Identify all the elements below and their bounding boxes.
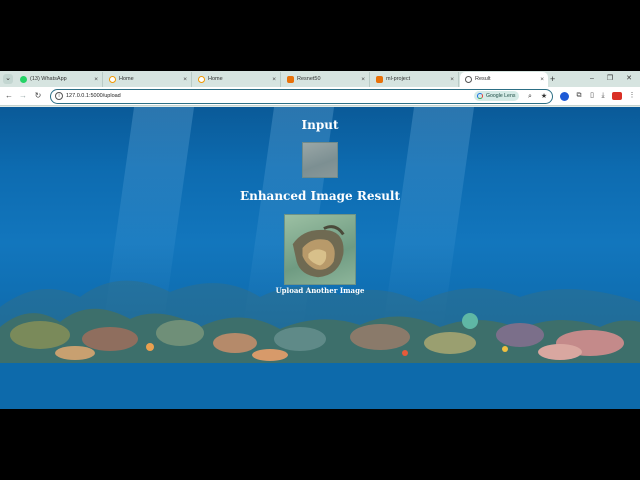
back-arrow-icon[interactable]: ← xyxy=(3,90,15,102)
tab-title: Resnet50 xyxy=(297,76,321,82)
extensions-puzzle-icon[interactable]: ⧉ xyxy=(573,90,585,102)
enhanced-result-image xyxy=(284,214,356,285)
close-icon[interactable]: × xyxy=(540,72,544,87)
whatsapp-icon xyxy=(20,76,27,83)
google-lens-label: Google Lens xyxy=(486,93,516,99)
tab-resnet50[interactable]: Resnet50 × xyxy=(282,72,370,87)
upload-another-image-link[interactable]: Upload Another Image xyxy=(0,286,640,295)
maximize-icon[interactable]: ❐ xyxy=(600,71,620,87)
forward-arrow-icon[interactable]: → xyxy=(17,90,29,102)
close-icon[interactable]: × xyxy=(450,72,454,87)
tab-title: Home xyxy=(119,76,134,82)
tab-search-icon[interactable]: ⌄ xyxy=(3,74,13,84)
shell-image xyxy=(292,225,345,278)
result-heading: Enhanced Image Result xyxy=(239,189,401,203)
tab-home-1[interactable]: Home × xyxy=(104,72,192,87)
tab-home-2[interactable]: Home × xyxy=(193,72,281,87)
google-lens-icon xyxy=(477,93,483,99)
tab-result[interactable]: Result × xyxy=(460,72,548,87)
tab-ml-project[interactable]: ml-project × xyxy=(371,72,459,87)
browser-toolbar: ← → ↻ i 127.0.0.1:5000/upload Google Len… xyxy=(0,87,640,106)
menu-kebab-icon[interactable]: ⋮ xyxy=(626,90,638,102)
page-icon xyxy=(287,76,294,83)
tab-title: (13) WhatsApp xyxy=(30,76,67,82)
close-icon[interactable]: × xyxy=(94,72,98,87)
minimize-icon[interactable]: – xyxy=(582,71,602,87)
extension-icon[interactable] xyxy=(560,92,569,101)
close-icon[interactable]: × xyxy=(183,72,187,87)
page-viewport: Input Enhanced Image Result Upload Anoth… xyxy=(0,107,640,409)
page-icon xyxy=(198,76,205,83)
input-image xyxy=(302,142,338,178)
page-content: Input Enhanced Image Result Upload Anoth… xyxy=(0,107,640,409)
page-icon xyxy=(376,76,383,83)
tab-whatsapp[interactable]: (13) WhatsApp × xyxy=(15,72,103,87)
globe-icon xyxy=(465,76,472,83)
site-info-icon[interactable]: i xyxy=(55,92,63,100)
zoom-icon[interactable]: ⌕ xyxy=(525,90,535,103)
input-heading: Input xyxy=(301,118,339,132)
recording-extension-icon[interactable] xyxy=(612,92,622,100)
new-tab-button[interactable]: + xyxy=(550,72,555,86)
download-icon[interactable]: ⤓ xyxy=(597,90,609,102)
tab-title: Result xyxy=(475,76,491,82)
page-icon xyxy=(109,76,116,83)
tab-title: Home xyxy=(208,76,223,82)
tab-strip: ⌄ (13) WhatsApp × Home × Home × Resnet50… xyxy=(0,71,640,87)
window-close-icon[interactable]: ✕ xyxy=(619,71,639,87)
screen: ⌄ (13) WhatsApp × Home × Home × Resnet50… xyxy=(0,0,640,480)
bookmark-star-icon[interactable]: ★ xyxy=(539,90,549,103)
url-text[interactable]: 127.0.0.1:5000/upload xyxy=(66,90,121,103)
reload-icon[interactable]: ↻ xyxy=(32,90,44,102)
google-lens-button[interactable]: Google Lens xyxy=(474,91,520,101)
address-bar[interactable]: i 127.0.0.1:5000/upload Google Lens ⌕ ★ xyxy=(50,89,553,104)
close-icon[interactable]: × xyxy=(272,72,276,87)
close-icon[interactable]: × xyxy=(361,72,365,87)
browser-window: ⌄ (13) WhatsApp × Home × Home × Resnet50… xyxy=(0,71,640,409)
tab-title: ml-project xyxy=(386,76,411,82)
